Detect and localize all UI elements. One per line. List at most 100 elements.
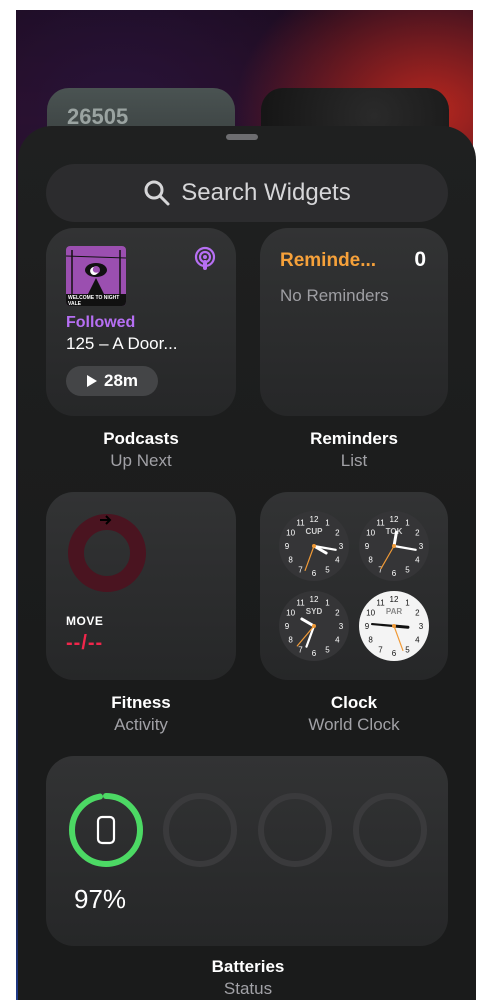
clock-numeral: 4	[335, 636, 340, 645]
clock-numeral: 7	[298, 565, 303, 574]
clock-numeral: 9	[285, 622, 290, 631]
move-ring-icon	[68, 514, 146, 592]
reminders-count: 0	[414, 248, 426, 271]
iphone-icon	[96, 815, 116, 845]
clock-widget[interactable]: 1 2 3 4 5 6 7 8 9 10 11 12 CUP 1 2 3 4 5 6 7 8 9 10 11 12 TOK 1 2 3 4…	[260, 492, 448, 680]
podcast-status: Followed	[66, 314, 136, 331]
batteries-widget-subtitle: Status	[223, 979, 273, 998]
night-vale-artwork-icon	[66, 250, 126, 294]
search-placeholder: Search Widgets	[181, 179, 351, 206]
play-button[interactable]: 28m	[66, 366, 158, 396]
episode-duration: 28m	[103, 371, 139, 390]
reminders-caption: Reminders List	[254, 428, 454, 472]
clock-numeral: 8	[288, 556, 293, 565]
clock-numeral: 5	[325, 645, 330, 654]
clock-numeral: 7	[378, 645, 383, 654]
reminders-widget[interactable]: Reminde... 0 No Reminders	[260, 228, 448, 416]
episode-title: 125 – A Door...	[66, 334, 178, 353]
batteries-widget-title: Batteries	[211, 957, 285, 976]
clock-numeral: 11	[376, 599, 385, 608]
clock-numeral: 5	[325, 565, 330, 574]
clock-numeral: 2	[415, 609, 420, 618]
clock-numeral: 1	[405, 519, 410, 528]
clock-numeral: 6	[392, 569, 397, 578]
clock-numeral: 12	[390, 595, 399, 604]
podcasts-widget[interactable]: WELCOME TO NIGHT VALE Followed 125 – A D…	[46, 228, 236, 416]
empty-battery-slot	[353, 793, 427, 867]
clock-numeral: 1	[405, 599, 410, 608]
clock-hand	[392, 624, 410, 629]
battery-level-ring	[69, 793, 143, 867]
empty-battery-slot	[163, 793, 237, 867]
clock-numeral: 5	[405, 565, 410, 574]
clock-numeral: 9	[365, 542, 370, 551]
clock-numeral: 11	[296, 519, 305, 528]
clock-city-label: PAR	[386, 607, 403, 616]
podcast-artwork: WELCOME TO NIGHT VALE	[66, 246, 126, 306]
clock-numeral: 3	[339, 622, 344, 631]
clock-numeral: 4	[415, 636, 420, 645]
clock-city-label: CUP	[306, 527, 324, 536]
clock-numeral: 4	[335, 556, 340, 565]
podcasts-widget-subtitle: Up Next	[110, 451, 172, 470]
clock-face-par: 1234567891011 12PAR	[359, 591, 429, 661]
clock-city-label: TOK	[386, 527, 403, 536]
fitness-caption: Fitness Activity	[41, 692, 241, 736]
reminders-empty-text: No Reminders	[280, 286, 389, 305]
clock-widget-title: Clock	[330, 693, 378, 712]
clock-numeral: 12	[310, 595, 319, 604]
clock-numeral: 2	[335, 529, 340, 538]
podcasts-icon	[194, 246, 216, 270]
clock-numeral: 6	[392, 649, 397, 658]
clock-numeral: 11	[296, 599, 305, 608]
fitness-widget-subtitle: Activity	[114, 715, 168, 734]
play-icon	[86, 375, 97, 387]
clock-numeral: 10	[286, 609, 295, 618]
sheet-grabber[interactable]	[226, 134, 258, 140]
move-value: --/--	[66, 632, 104, 654]
clock-numeral: 2	[415, 529, 420, 538]
battery-percent: 97%	[74, 884, 127, 914]
clock-numeral: 12	[310, 515, 319, 524]
artwork-caption: WELCOME TO NIGHT VALE	[68, 295, 120, 306]
clock-face-tok: 1234567891011 12TOK	[359, 511, 429, 581]
batteries-widget[interactable]	[46, 756, 448, 946]
clock-numeral: 3	[419, 622, 424, 631]
clock-numeral: 12	[390, 515, 399, 524]
clock-numeral: 6	[312, 649, 317, 658]
clock-numeral: 8	[288, 636, 293, 645]
clock-numeral: 8	[368, 636, 373, 645]
clock-numeral: 10	[286, 529, 295, 538]
batteries-caption: Batteries Status	[148, 956, 348, 1000]
clock-face-cup: 1234567891011 12CUP	[279, 511, 349, 581]
clock-face-syd: 1234567891011 12SYD	[279, 591, 349, 661]
clock-numeral: 10	[366, 609, 375, 618]
reminders-widget-title: Reminders	[310, 429, 398, 448]
podcasts-caption: Podcasts Up Next	[41, 428, 241, 472]
clock-numeral: 11	[376, 519, 385, 528]
clock-caption: Clock World Clock	[254, 692, 454, 736]
clock-numeral: 8	[368, 556, 373, 565]
clock-numeral: 1	[325, 519, 330, 528]
clock-numeral: 2	[335, 609, 340, 618]
move-label: MOVE	[66, 614, 104, 628]
reminders-widget-subtitle: List	[340, 451, 368, 470]
fitness-widget[interactable]: MOVE --/--	[46, 492, 236, 680]
search-widgets-field[interactable]: Search Widgets	[46, 164, 448, 222]
search-icon	[144, 180, 170, 206]
reminders-list-name: Reminde...	[280, 250, 377, 271]
clock-numeral: 10	[366, 529, 375, 538]
world-clock-faces: 1234567891011 12CUP1234567891011 12TOK1234…	[279, 511, 429, 661]
clock-numeral: 6	[312, 569, 317, 578]
podcasts-widget-title: Podcasts	[103, 429, 179, 448]
clock-numeral: 1	[325, 599, 330, 608]
clock-numeral: 3	[339, 542, 344, 551]
clock-numeral: 9	[365, 622, 370, 631]
battery-rings	[69, 793, 427, 867]
empty-battery-slot	[258, 793, 332, 867]
clock-numeral: 9	[285, 542, 290, 551]
clock-numeral: 5	[405, 645, 410, 654]
fitness-widget-title: Fitness	[111, 693, 171, 712]
clock-city-label: SYD	[306, 607, 323, 616]
clock-widget-subtitle: World Clock	[308, 715, 400, 734]
